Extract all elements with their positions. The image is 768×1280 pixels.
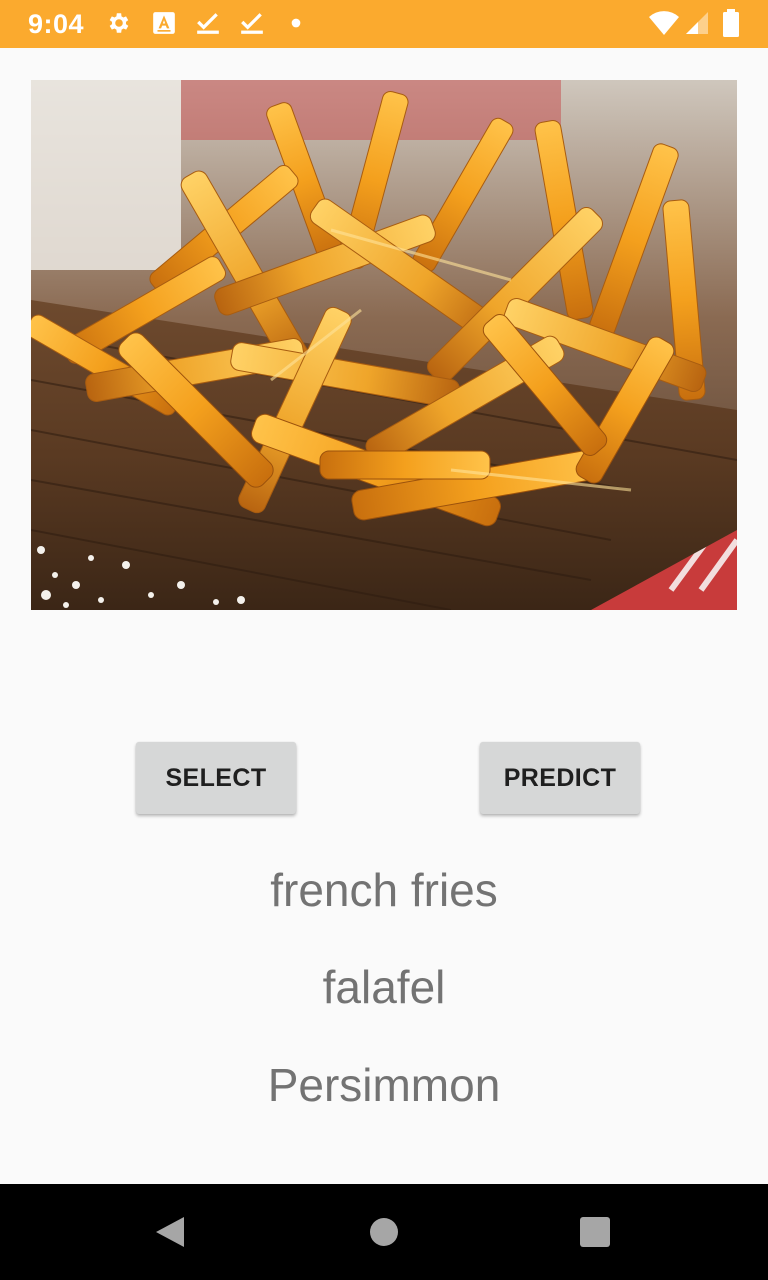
status-bar: 9:04 (0, 0, 768, 48)
select-button[interactable]: SELECT (136, 742, 296, 814)
dot-icon (283, 10, 309, 36)
battery-icon (722, 9, 740, 37)
prediction-label-3: Persimmon (267, 1059, 501, 1111)
food-image (31, 80, 737, 610)
download-check-icon (239, 10, 265, 36)
gear-icon (106, 10, 132, 36)
predict-button[interactable]: PREDICT (480, 742, 640, 814)
prediction-label-2: falafel (322, 961, 446, 1013)
a-box-icon (151, 10, 177, 36)
cell-signal-icon (686, 10, 710, 36)
navigation-bar (0, 1184, 768, 1280)
prediction-label-1: french fries (270, 864, 498, 916)
back-icon[interactable] (146, 1208, 194, 1256)
french-fries-photo (31, 80, 737, 610)
download-check-icon (195, 10, 221, 36)
recents-icon[interactable] (571, 1208, 619, 1256)
app-screen: 9:04 SELECT PREDICT french fries falafel… (0, 0, 768, 1280)
home-icon[interactable] (360, 1208, 408, 1256)
status-time: 9:04 (28, 9, 85, 39)
wifi-icon (648, 9, 680, 37)
